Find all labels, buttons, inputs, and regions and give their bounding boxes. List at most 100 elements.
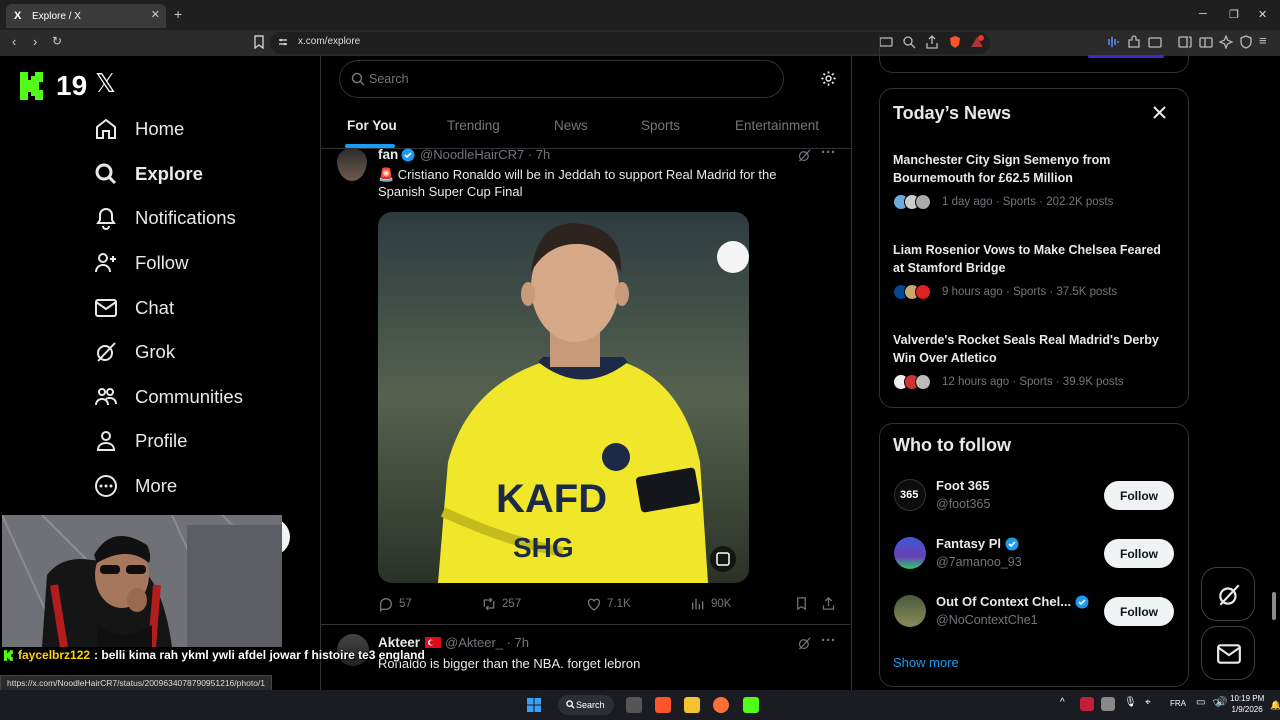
follow-button[interactable]: Follow	[1104, 539, 1174, 568]
kick-logo-icon	[20, 72, 43, 100]
tweet-handle[interactable]: @Akteer_ · 7h	[445, 635, 529, 650]
subscribe-button-edge[interactable]	[1088, 55, 1164, 58]
gear-icon[interactable]	[820, 70, 837, 87]
nav-communities[interactable]: Communities	[94, 379, 243, 415]
like-count: 7.1K	[607, 598, 631, 610]
tray-app-icon[interactable]	[1101, 697, 1115, 711]
page-scrollbar[interactable]	[1272, 592, 1276, 620]
display-icon[interactable]: ▭	[1196, 697, 1205, 708]
bell-icon	[96, 207, 116, 230]
location-icon[interactable]: ⌖	[1145, 697, 1151, 708]
chevron-up-icon[interactable]: ^	[1060, 697, 1065, 708]
nav-label: Follow	[135, 252, 189, 273]
news-avatars	[893, 374, 931, 390]
show-more-link[interactable]: Show more	[893, 655, 959, 670]
tweet-handle[interactable]: @NoodleHairCR7 · 7h	[420, 147, 550, 162]
avatar[interactable]	[894, 595, 926, 627]
nav-explore[interactable]: Explore	[94, 156, 203, 192]
mail-icon	[1217, 644, 1241, 664]
restore-icon[interactable]: ❐	[1229, 8, 1239, 21]
nav-chat[interactable]: Chat	[94, 290, 174, 326]
tab-trending[interactable]: Trending	[447, 118, 500, 133]
like-button[interactable]: 7.1K	[586, 596, 631, 612]
account-name[interactable]: Fantasy Pl	[936, 536, 1019, 551]
minimize-icon[interactable]: ─	[1199, 8, 1207, 20]
account-name[interactable]: Out Of Context Chel...	[936, 594, 1089, 609]
back-icon[interactable]: ‹	[12, 34, 16, 49]
follow-button[interactable]: Follow	[1104, 597, 1174, 626]
grok-icon[interactable]	[797, 636, 812, 651]
close-icon[interactable]	[1153, 106, 1166, 119]
more-options-icon[interactable]: ···	[821, 144, 836, 161]
file-explorer-icon[interactable]	[684, 697, 700, 713]
tweet-photo[interactable]: KAFD SHG	[378, 212, 749, 583]
reply-button[interactable]: 57	[378, 596, 412, 612]
news-avatars	[893, 194, 931, 210]
tab-entertainment[interactable]: Entertainment	[735, 118, 819, 133]
news-meta: 9 hours ago · Sports · 37.5K posts	[942, 286, 1118, 298]
browser-tab[interactable]: X Explore / X ✕	[6, 4, 166, 28]
news-headline[interactable]: Liam Rosenior Vows to Make Chelsea Feare…	[893, 242, 1163, 277]
volume-icon[interactable]: 🔊	[1215, 697, 1227, 708]
news-headline[interactable]: Valverde's Rocket Seals Real Madrid's De…	[893, 332, 1163, 367]
account-name[interactable]: Foot 365	[936, 478, 989, 493]
language-indicator[interactable]: FRA	[1170, 699, 1186, 708]
views-icon	[692, 598, 704, 610]
stream-chat-message: faycelbrz122 : belli kima rah ykml ywli …	[0, 645, 440, 665]
photo-ronaldo-image: KAFD SHG	[378, 212, 749, 583]
task-view-icon[interactable]	[626, 697, 642, 713]
repost-button[interactable]: 257	[481, 596, 521, 612]
kick-app-icon[interactable]	[743, 697, 759, 713]
tab-sports[interactable]: Sports	[641, 118, 680, 133]
vpn-icon[interactable]	[1239, 35, 1253, 49]
new-tab-icon[interactable]: +	[174, 6, 182, 22]
microphone-icon[interactable]: 🎙	[1124, 697, 1137, 708]
tab-title: Explore / X	[32, 10, 81, 22]
nav-profile[interactable]: Profile	[94, 423, 187, 459]
messages-fab-button[interactable]	[1201, 626, 1255, 680]
search-icon	[351, 72, 365, 86]
browser-menu-icon[interactable]: ≡	[1259, 33, 1267, 48]
image-sensitive-icon[interactable]	[710, 546, 736, 572]
bookmark-page-icon[interactable]	[252, 35, 266, 49]
nav-more[interactable]: More	[94, 468, 177, 504]
more-options-icon[interactable]: ···	[821, 632, 836, 649]
avatar[interactable]	[894, 537, 926, 569]
search-icon	[95, 163, 117, 185]
tab-news[interactable]: News	[554, 118, 588, 133]
windows-start-icon[interactable]	[526, 697, 542, 713]
firefox-icon[interactable]	[713, 697, 729, 713]
grok-fab-button[interactable]	[1201, 567, 1255, 621]
account-handle: @NoContextChe1	[936, 613, 1038, 627]
url-text[interactable]: x.com/explore	[298, 36, 360, 47]
window-close-icon[interactable]: ✕	[1258, 8, 1267, 21]
taskbar-clock[interactable]: 10:19 PM 1/9/2026	[1230, 693, 1264, 715]
close-tab-icon[interactable]: ✕	[151, 8, 160, 21]
brave-browser-icon[interactable]	[655, 697, 671, 713]
reply-count: 57	[399, 598, 412, 610]
share-icon[interactable]	[821, 596, 836, 611]
bookmark-icon[interactable]	[794, 596, 809, 611]
forward-icon[interactable]: ›	[33, 34, 37, 49]
nav-grok[interactable]: Grok	[94, 334, 175, 370]
tabs-icon[interactable]	[1199, 35, 1213, 49]
nav-notifications[interactable]: Notifications	[94, 200, 236, 236]
follow-button[interactable]: Follow	[1104, 481, 1174, 510]
grok-icon[interactable]	[797, 148, 812, 163]
views-button[interactable]: 90K	[690, 596, 731, 612]
news-meta: 1 day ago · Sports · 202.2K posts	[942, 196, 1114, 208]
divider	[320, 148, 852, 149]
reload-icon[interactable]: ↻	[52, 34, 62, 48]
site-info-icon[interactable]	[278, 37, 288, 47]
leo-ai-icon[interactable]	[1219, 35, 1233, 49]
nav-home[interactable]: Home	[94, 111, 184, 147]
x-logo-icon[interactable]: 𝕏	[95, 68, 116, 99]
tray-app-icon[interactable]	[1080, 697, 1094, 711]
notification-bell-icon[interactable]: 🔔	[1270, 700, 1280, 711]
news-headline[interactable]: Manchester City Sign Semenyo from Bourne…	[893, 152, 1163, 187]
nav-follow[interactable]: Follow	[94, 245, 188, 281]
tweet-author-name[interactable]: fan	[378, 147, 398, 162]
tab-for-you[interactable]: For You	[347, 118, 397, 133]
profile-icon	[96, 431, 116, 451]
mail-icon	[95, 299, 117, 317]
